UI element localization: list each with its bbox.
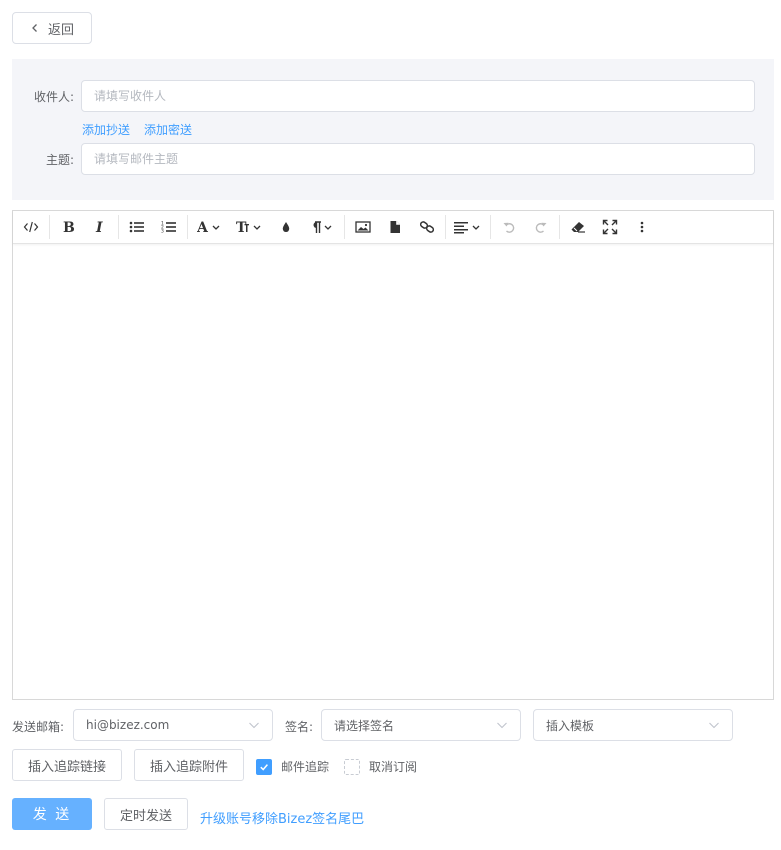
toolbar-divider (49, 215, 50, 239)
code-icon (23, 221, 39, 233)
chevron-down-icon (709, 722, 719, 729)
back-button-label: 返回 (47, 22, 74, 38)
image-icon (355, 221, 371, 233)
rich-text-editor: B I 123 A T (12, 210, 774, 700)
editor-toolbar: B I 123 A T (13, 211, 773, 244)
insert-tracking-attachment-button[interactable]: 插入追踪附件 (134, 749, 244, 781)
droplet-icon (282, 222, 290, 232)
font-size-dropdown[interactable]: T (230, 211, 270, 243)
italic-icon: I (95, 220, 103, 234)
numbered-list-icon: 123 (161, 221, 176, 235)
insert-tracking-link-button[interactable]: 插入追踪链接 (12, 749, 122, 781)
send-button[interactable]: 发 送 (12, 798, 92, 830)
signature-label: 签名: (285, 720, 314, 734)
toolbar-divider (187, 215, 188, 239)
bulleted-list-icon (129, 221, 144, 233)
unsubscribe-checkbox[interactable]: 取消订阅 (344, 758, 417, 775)
eraser-icon (571, 222, 585, 233)
toolbar-divider (445, 215, 446, 239)
sender-label: 发送邮箱: (12, 720, 65, 734)
redo-button[interactable] (525, 211, 557, 243)
font-family-icon: A (197, 220, 220, 234)
checkbox-unchecked-icon (344, 758, 360, 775)
schedule-send-button[interactable]: 定时发送 (104, 798, 188, 830)
insert-link-button[interactable] (411, 211, 443, 243)
unsubscribe-label: 取消订阅 (369, 760, 418, 774)
upgrade-account-link[interactable]: 升级账号移除Bizez签名尾巴 (200, 808, 364, 827)
bold-icon: B (63, 220, 75, 234)
text-color-button[interactable] (270, 211, 302, 243)
svg-text:3: 3 (161, 229, 164, 235)
subject-label: 主题: (45, 153, 74, 167)
bulleted-list-button[interactable] (121, 211, 153, 243)
fullscreen-button[interactable] (594, 211, 626, 243)
redo-icon (535, 222, 547, 233)
sender-select-value: hi@bizez.com (86, 718, 170, 732)
chevron-down-icon (249, 722, 259, 729)
svg-text:I: I (95, 220, 103, 234)
numbered-list-button[interactable]: 123 (153, 211, 185, 243)
signature-select-value: 请选择签名 (334, 718, 395, 733)
expand-icon (602, 219, 618, 235)
code-view-button[interactable] (15, 211, 47, 243)
subject-input[interactable] (81, 143, 755, 175)
bold-button[interactable]: B (52, 211, 84, 243)
recipient-input[interactable] (81, 80, 755, 112)
paragraph-format-dropdown[interactable] (302, 211, 342, 243)
editor-content-area[interactable] (13, 244, 773, 699)
clear-formatting-button[interactable] (562, 211, 594, 243)
recipient-label: 收件人: (33, 90, 74, 104)
toolbar-divider (118, 215, 119, 239)
align-dropdown[interactable] (448, 211, 488, 243)
more-options-button[interactable] (626, 211, 658, 243)
font-family-dropdown[interactable]: A (190, 211, 230, 243)
align-left-icon (454, 222, 480, 234)
signature-select[interactable]: 请选择签名 (321, 709, 521, 741)
more-vertical-icon (640, 221, 644, 233)
add-cc-link[interactable]: 添加抄送 (82, 121, 130, 138)
template-select-value: 插入模板 (546, 718, 595, 733)
undo-icon (503, 222, 515, 233)
svg-text:B: B (63, 220, 75, 234)
svg-text:T: T (236, 220, 247, 234)
toolbar-divider (559, 215, 560, 239)
mail-tracking-label: 邮件追踪 (281, 760, 330, 774)
toolbar-divider (344, 215, 345, 239)
pilcrow-icon (313, 221, 332, 233)
checkbox-checked-icon (256, 758, 272, 775)
sender-select[interactable]: hi@bizez.com (73, 709, 273, 741)
toolbar-divider (490, 215, 491, 239)
template-select[interactable]: 插入模板 (533, 709, 733, 741)
mail-header-panel: 收件人: 添加抄送 添加密送 主题: (12, 59, 774, 200)
font-size-icon: T (236, 220, 261, 234)
chevron-down-icon (497, 722, 507, 729)
back-button[interactable]: 返回 (12, 12, 92, 44)
mail-tracking-checkbox[interactable]: 邮件追踪 (256, 758, 329, 775)
insert-image-button[interactable] (347, 211, 379, 243)
chevron-left-icon (32, 24, 37, 32)
undo-button[interactable] (493, 211, 525, 243)
add-bcc-link[interactable]: 添加密送 (144, 121, 192, 138)
link-icon (419, 221, 435, 233)
insert-file-button[interactable] (379, 211, 411, 243)
file-icon (390, 221, 400, 233)
italic-button[interactable]: I (84, 211, 116, 243)
svg-text:A: A (197, 220, 209, 234)
